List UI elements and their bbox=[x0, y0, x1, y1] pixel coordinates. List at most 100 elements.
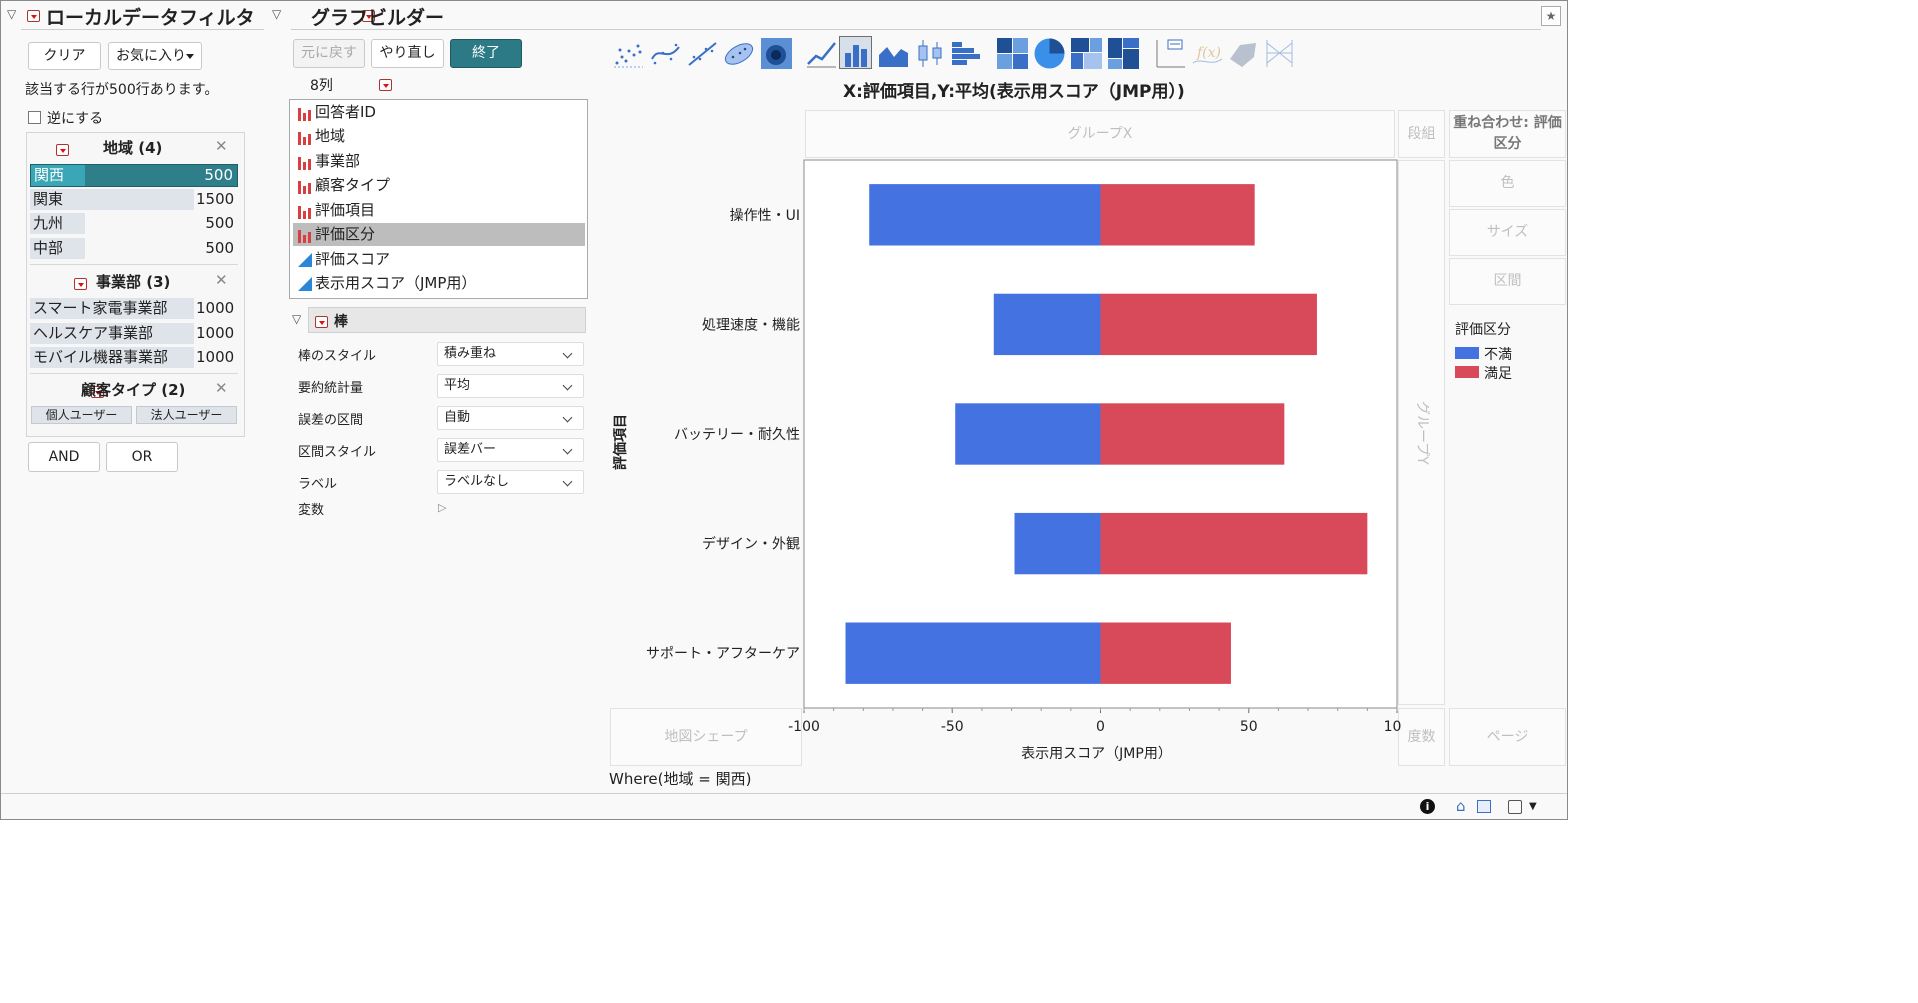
heatmap-icon[interactable] bbox=[995, 36, 1028, 69]
filter-item-corporate[interactable]: 法人ユーザー bbox=[136, 406, 237, 424]
line-of-fit-icon[interactable] bbox=[685, 36, 718, 69]
area-chart-icon[interactable] bbox=[876, 36, 909, 69]
option-label: ラベル bbox=[298, 477, 338, 492]
collapse-triangle-icon[interactable]: ▽ bbox=[7, 7, 16, 21]
option-label: 区間スタイル bbox=[298, 445, 377, 460]
jmp-window: ▽ ローカルデータフィルタ クリア お気に入り 該当する行が500行あります。 … bbox=[0, 0, 1568, 820]
region-close-icon[interactable]: ✕ bbox=[215, 137, 228, 155]
filter-item-smart-appliance[interactable]: スマート家電事業部 bbox=[30, 298, 194, 319]
filter-item-healthcare[interactable]: ヘルスケア事業部 bbox=[30, 323, 194, 344]
page-zone[interactable]: ページ bbox=[1449, 708, 1566, 766]
column-item[interactable]: 評価項目 bbox=[293, 199, 585, 222]
window-icon[interactable] bbox=[1508, 800, 1522, 814]
or-button[interactable]: OR bbox=[106, 442, 178, 472]
parallel-plot-icon[interactable] bbox=[1262, 36, 1295, 69]
interval-style-select[interactable]: 誤差バー bbox=[437, 438, 584, 462]
and-button[interactable]: AND bbox=[28, 442, 100, 472]
clear-button[interactable]: クリア bbox=[28, 42, 101, 70]
group-y-zone[interactable]: グループY bbox=[1398, 160, 1445, 705]
chevron-down-icon[interactable]: ▼ bbox=[1529, 801, 1537, 812]
treemap-icon[interactable] bbox=[1069, 36, 1102, 69]
error-interval-select[interactable]: 自動 bbox=[437, 406, 584, 430]
customer-close-icon[interactable]: ✕ bbox=[215, 379, 228, 397]
column-list: 回答者ID 地域 事業部 顧客タイプ 評価項目 評価区分 評価スコア 表示用スコ… bbox=[289, 99, 588, 299]
region-menu-icon[interactable] bbox=[56, 144, 70, 156]
y-tick-label: 操作性・UI bbox=[730, 208, 800, 224]
redo-button[interactable]: やり直し bbox=[371, 39, 444, 68]
division-close-icon[interactable]: ✕ bbox=[215, 271, 228, 289]
filter-item-kyushu[interactable]: 九州 bbox=[30, 213, 85, 234]
x-axis-title: 表示用スコア（JMP用） bbox=[1021, 746, 1172, 762]
collapse-triangle-icon[interactable]: ▽ bbox=[292, 312, 301, 326]
wrap-zone[interactable]: 段組 bbox=[1398, 110, 1445, 158]
column-label: 評価区分 bbox=[315, 225, 376, 243]
freq-zone[interactable]: 度数 bbox=[1398, 708, 1445, 766]
column-item-selected[interactable]: 評価区分 bbox=[293, 223, 585, 246]
y-tick-label: サポート・アフターケア bbox=[646, 646, 800, 662]
division-menu-icon[interactable] bbox=[73, 278, 87, 290]
nominal-bar-icon bbox=[298, 181, 311, 194]
line-chart-icon[interactable] bbox=[804, 36, 837, 69]
column-item[interactable]: 顧客タイプ bbox=[293, 174, 585, 197]
overlay-zone[interactable]: 重ね合わせ: 評価区分 bbox=[1449, 110, 1566, 158]
collapse-triangle-icon[interactable]: ▽ bbox=[272, 7, 281, 21]
x-tick-label: 50 bbox=[1240, 719, 1258, 735]
filter-item-chubu[interactable]: 中部 bbox=[30, 238, 85, 259]
mosaic-icon[interactable] bbox=[1106, 36, 1139, 69]
filter-item-count: 1500 bbox=[196, 190, 235, 208]
filter-item-kanto[interactable]: 関東 bbox=[30, 189, 194, 210]
filter-item-count: 500 bbox=[205, 239, 234, 257]
filter-item-mobile[interactable]: モバイル機器事業部 bbox=[30, 347, 194, 368]
home-icon[interactable]: ⌂ bbox=[1456, 797, 1466, 815]
filter-item-individual[interactable]: 個人ユーザー bbox=[31, 406, 132, 424]
column-item[interactable]: 地域 bbox=[293, 125, 585, 148]
box-plot-icon[interactable] bbox=[913, 36, 946, 69]
histogram-icon[interactable] bbox=[948, 36, 981, 69]
column-label: 表示用スコア（JMP用） bbox=[315, 274, 477, 292]
match-count-text: 該当する行が500行あります。 bbox=[25, 82, 219, 98]
division-title: 事業部 (3) bbox=[96, 273, 171, 291]
contour-icon[interactable] bbox=[759, 36, 792, 69]
points-icon[interactable] bbox=[611, 36, 644, 69]
svg-text:f(x): f(x) bbox=[1196, 45, 1221, 61]
builder-title: グラフビルダー bbox=[311, 7, 445, 29]
column-item[interactable]: 評価スコア bbox=[293, 248, 585, 271]
table-icon[interactable] bbox=[1477, 800, 1491, 813]
x-tick-label: 0 bbox=[1096, 719, 1105, 735]
invert-checkbox[interactable] bbox=[28, 111, 41, 124]
pin-icon[interactable]: ★ bbox=[1541, 6, 1561, 26]
continuous-triangle-icon bbox=[298, 277, 312, 291]
interval-zone[interactable]: 区間 bbox=[1449, 258, 1566, 305]
smoother-icon[interactable] bbox=[648, 36, 681, 69]
done-button[interactable]: 終了 bbox=[450, 39, 522, 68]
columns-menu-icon[interactable] bbox=[379, 79, 393, 91]
undo-button[interactable]: 元に戻す bbox=[293, 39, 365, 68]
filter-menu-icon[interactable] bbox=[27, 10, 40, 22]
size-zone[interactable]: サイズ bbox=[1449, 209, 1566, 256]
select-value: ラベルなし bbox=[444, 474, 510, 489]
favorites-label: お気に入り bbox=[116, 48, 186, 64]
select-value: 積み重ね bbox=[444, 346, 497, 361]
element-title: 棒 bbox=[334, 314, 348, 330]
map-shapes-icon[interactable] bbox=[1225, 36, 1258, 69]
column-item[interactable]: 回答者ID bbox=[293, 101, 585, 124]
bar-chart-icon[interactable] bbox=[839, 36, 872, 69]
favorites-dropdown[interactable]: お気に入り bbox=[108, 42, 202, 70]
label-select[interactable]: ラベルなし bbox=[437, 470, 584, 494]
column-item[interactable]: 表示用スコア（JMP用） bbox=[293, 272, 585, 295]
bar-style-select[interactable]: 積み重ね bbox=[437, 342, 584, 366]
select-value: 誤差バー bbox=[444, 442, 497, 457]
column-item[interactable]: 事業部 bbox=[293, 150, 585, 173]
color-zone[interactable]: 色 bbox=[1449, 160, 1566, 207]
formula-icon[interactable]: f(x) bbox=[1190, 36, 1223, 69]
filter-item-kansai[interactable]: 関西 500 bbox=[30, 164, 238, 187]
bar-positive bbox=[1100, 622, 1231, 684]
expand-triangle-icon[interactable]: ▷ bbox=[438, 501, 446, 514]
pie-chart-icon[interactable] bbox=[1032, 36, 1065, 69]
summary-stat-select[interactable]: 平均 bbox=[437, 374, 584, 398]
chevron-down-icon bbox=[562, 412, 573, 423]
caption-box-icon[interactable] bbox=[1153, 36, 1186, 69]
info-icon[interactable]: i bbox=[1420, 799, 1435, 814]
ellipse-icon[interactable] bbox=[722, 36, 755, 69]
element-menu-icon[interactable] bbox=[315, 316, 328, 328]
